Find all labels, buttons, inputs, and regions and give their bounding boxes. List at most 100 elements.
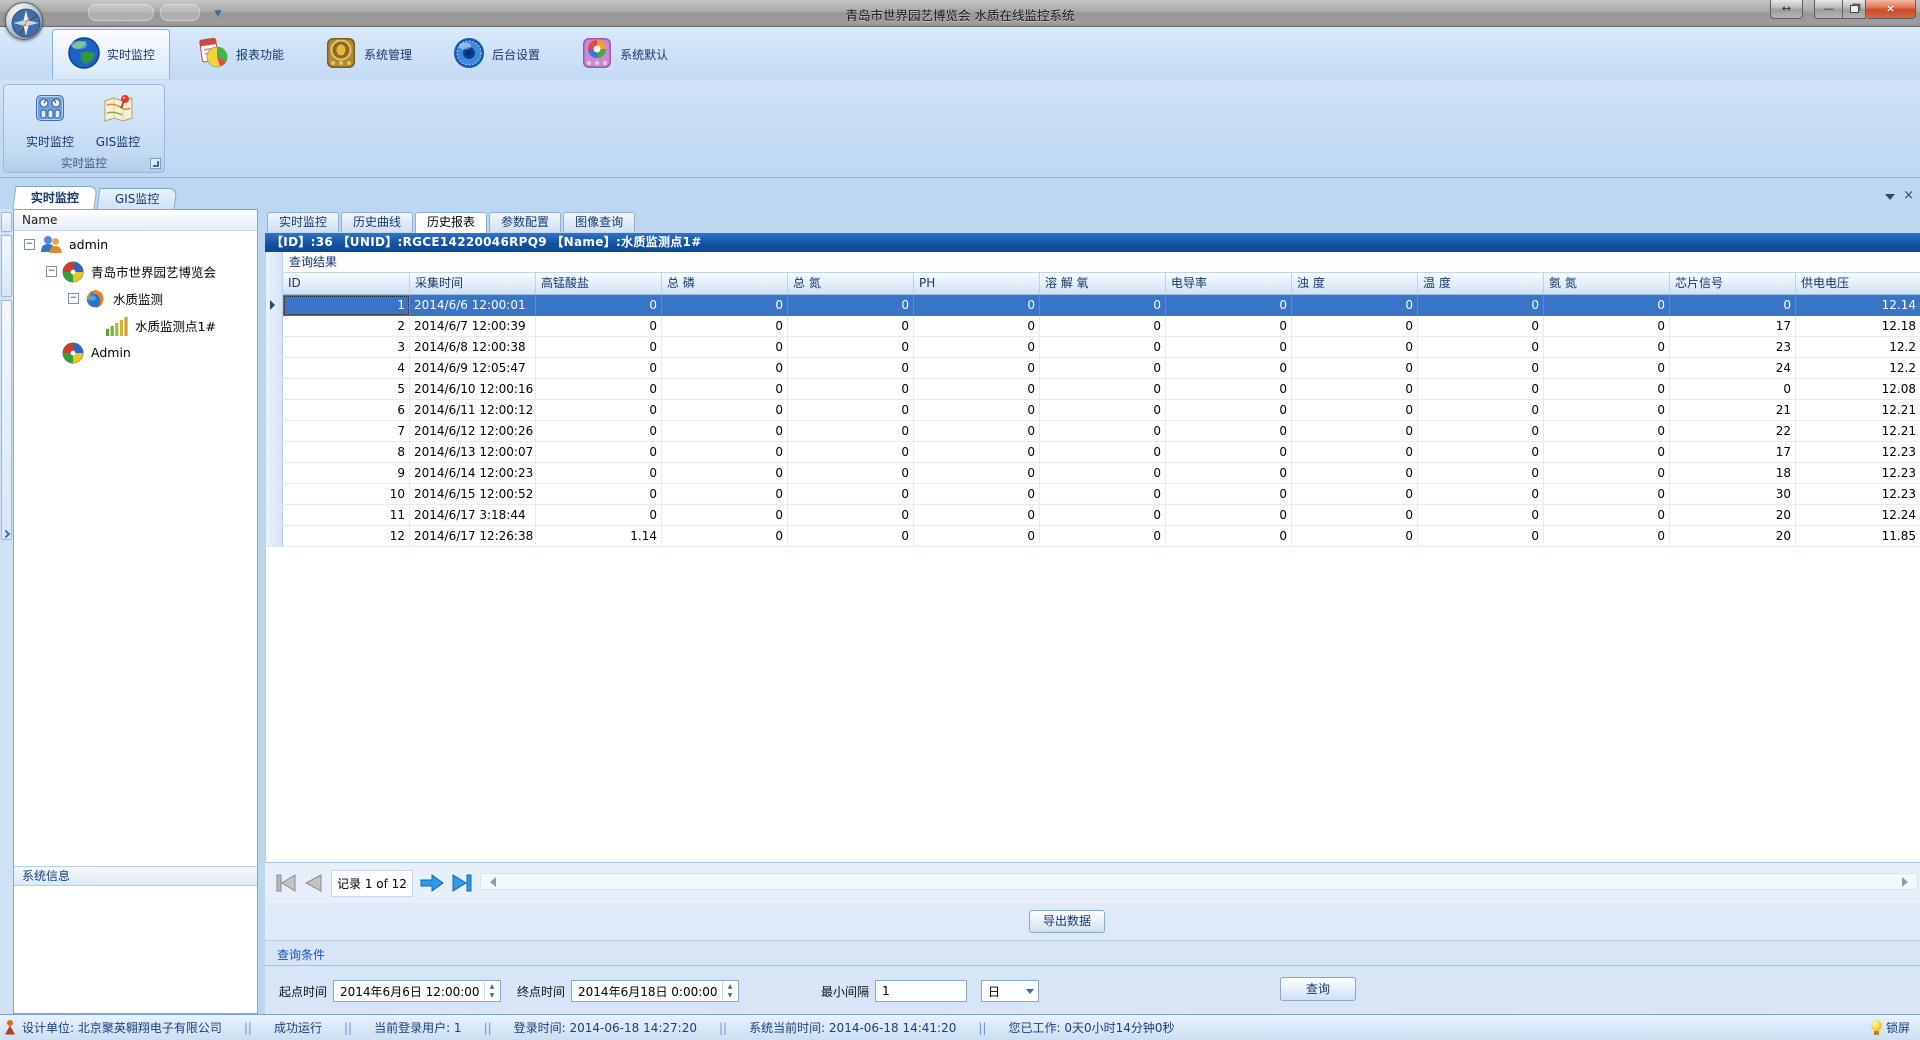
table-cell: 0 — [788, 484, 914, 505]
spin-down-icon[interactable]: ▼ — [723, 991, 737, 1000]
tree-item-2[interactable]: −青岛市世界园艺博览会 — [14, 258, 257, 285]
ribbon-group-label: 实时监控 — [4, 155, 164, 172]
tree-item-3[interactable]: −水质监测 — [14, 285, 257, 312]
compass-icon — [10, 7, 42, 39]
spin-up-icon[interactable]: ▲ — [485, 982, 499, 991]
table-cell: 0 — [662, 295, 788, 316]
table-row[interactable]: 32014/6/8 12:00:380000000002312.2 — [266, 337, 1920, 358]
tree-item-1[interactable]: −admin — [14, 231, 257, 258]
table-cell: 0 — [1292, 526, 1418, 547]
first-record-button[interactable] — [271, 871, 301, 896]
table-row[interactable]: 82014/6/13 12:00:070000000001712.23 — [266, 442, 1920, 463]
horizontal-scrollbar[interactable] — [480, 873, 1918, 890]
ribbon-tab-1[interactable]: 实时监控 — [52, 29, 170, 79]
table-cell: 0 — [788, 463, 914, 484]
table-cell: 0 — [1292, 358, 1418, 379]
tree-expander-icon[interactable]: − — [46, 266, 57, 277]
table-cell: 7 — [283, 421, 410, 442]
ribbon-tab-4[interactable]: 后台设置 — [438, 29, 554, 79]
column-header-7[interactable]: 溶 解 氧 — [1040, 273, 1166, 295]
column-header-10[interactable]: 温 度 — [1418, 273, 1544, 295]
column-header-11[interactable]: 氨 氮 — [1544, 273, 1670, 295]
table-row[interactable]: 72014/6/12 12:00:260000000002212.21 — [266, 421, 1920, 442]
column-header-8[interactable]: 电导率 — [1166, 273, 1292, 295]
lock-screen-button[interactable]: 锁屏 — [1886, 1019, 1920, 1036]
column-header-5[interactable]: 总 氮 — [788, 273, 914, 295]
table-row[interactable]: 52014/6/10 12:00:16000000000012.08 — [266, 379, 1920, 400]
table-row[interactable]: 12014/6/6 12:00:01000000000012.14 — [266, 295, 1920, 316]
table-cell: 18 — [1670, 463, 1796, 484]
spinner[interactable]: ▲▼ — [722, 982, 737, 1000]
last-record-button[interactable] — [447, 871, 477, 896]
table-row[interactable]: 122014/6/17 12:26:381.14000000002011.85 — [266, 526, 1920, 547]
doc-tab-2[interactable]: GIS监控 — [97, 188, 178, 209]
column-header-9[interactable]: 浊 度 — [1292, 273, 1418, 295]
ribbon-button-realtime[interactable]: 实时监控 — [19, 89, 81, 153]
strip-segment — [1, 300, 12, 540]
spin-up-icon[interactable]: ▲ — [723, 982, 737, 991]
ribbon-tab-5[interactable]: 系统默认 — [566, 29, 682, 79]
tab-list-dropdown-icon[interactable] — [1885, 194, 1895, 205]
end-time-input[interactable]: 2014年6月18日 0:00:00 ▲▼ — [571, 980, 739, 1002]
resize-button[interactable]: ↔ — [1770, 0, 1803, 19]
column-header-3[interactable]: 高锰酸盐 — [536, 273, 662, 295]
scroll-right-icon[interactable] — [1902, 877, 1913, 887]
table-cell: 2014/6/15 12:00:52 — [410, 484, 536, 505]
close-button[interactable]: × — [1866, 0, 1916, 19]
minimize-button[interactable]: — — [1814, 0, 1843, 19]
scroll-left-icon[interactable] — [485, 877, 496, 887]
tree-expander-icon[interactable]: − — [68, 293, 79, 304]
table-row[interactable]: 92014/6/14 12:00:230000000001812.23 — [266, 463, 1920, 484]
table-row[interactable]: 42014/6/9 12:05:470000000002412.2 — [266, 358, 1920, 379]
export-data-button[interactable]: 导出数据 — [1029, 910, 1105, 933]
column-header-12[interactable]: 芯片信号 — [1670, 273, 1796, 295]
table-row[interactable]: 22014/6/7 12:00:390000000001712.18 — [266, 316, 1920, 337]
column-header-2[interactable]: 采集时间 — [410, 273, 536, 295]
report-tab-4[interactable]: 参数配置 — [489, 212, 561, 232]
column-header-1[interactable]: ID — [283, 273, 410, 295]
dialog-launcher-icon[interactable] — [150, 158, 161, 169]
left-collapse-strip[interactable] — [0, 209, 13, 1014]
min-interval-input[interactable]: 1 — [875, 980, 967, 1002]
report-tab-5[interactable]: 图像查询 — [563, 212, 635, 232]
divider — [265, 965, 1920, 966]
column-header-13[interactable]: 供电电压 — [1796, 273, 1920, 295]
doc-tab-1[interactable]: 实时监控 — [12, 186, 97, 209]
spin-down-icon[interactable]: ▼ — [485, 991, 499, 1000]
result-grid: 查询结果 ID采集时间高锰酸盐总 磷总 氮PH溶 解 氧电导率浊 度温 度氨 氮… — [265, 252, 1920, 862]
tab-close-icon[interactable]: × — [1903, 189, 1914, 205]
ribbon-button-label: GIS监控 — [96, 133, 140, 150]
table-cell: 12.2 — [1796, 358, 1920, 379]
ribbon-tab-3[interactable]: 系统管理 — [310, 29, 426, 79]
designer-person-icon — [4, 1020, 16, 1036]
report-tab-1[interactable]: 实时监控 — [267, 212, 339, 232]
report-tab-3[interactable]: 历史报表 — [415, 212, 487, 233]
report-tab-2[interactable]: 历史曲线 — [341, 212, 413, 232]
ribbon-button-gis[interactable]: GIS监控 — [87, 89, 149, 153]
tree-item-5[interactable]: Admin — [14, 339, 257, 366]
gauges-panel-icon — [32, 89, 68, 133]
status-bar: 设计单位: 北京聚英翱翔电子有限公司||成功运行||当前登录用户: 1||登录时… — [0, 1014, 1920, 1040]
table-row[interactable]: 62014/6/11 12:00:120000000002112.21 — [266, 400, 1920, 421]
table-cell: 0 — [914, 484, 1040, 505]
row-indicator-cell — [266, 463, 283, 484]
table-cell: 12.21 — [1796, 421, 1920, 442]
column-header-4[interactable]: 总 磷 — [662, 273, 788, 295]
grid-rows: 12014/6/6 12:00:01000000000012.1422014/6… — [266, 295, 1920, 547]
previous-record-button[interactable] — [299, 871, 329, 896]
start-time-input[interactable]: 2014年6月6日 12:00:00 ▲▼ — [333, 980, 501, 1002]
spinner[interactable]: ▲▼ — [484, 982, 499, 1000]
table-cell: 0 — [1292, 442, 1418, 463]
system-info-bar[interactable]: 系统信息 — [14, 866, 257, 886]
tree-item-4[interactable]: 水质监测点1# — [14, 312, 257, 339]
next-record-button[interactable] — [417, 871, 447, 896]
ribbon-tab-2[interactable]: 报表功能 — [182, 29, 298, 79]
query-button[interactable]: 查询 — [1280, 977, 1356, 1001]
tree-expander-icon[interactable]: − — [24, 239, 35, 250]
table-row[interactable]: 112014/6/17 3:18:440000000002012.24 — [266, 505, 1920, 526]
app-menu-orb[interactable] — [5, 2, 43, 40]
interval-unit-select[interactable]: 日 — [981, 980, 1039, 1002]
table-row[interactable]: 102014/6/15 12:00:520000000003012.23 — [266, 484, 1920, 505]
column-header-6[interactable]: PH — [914, 273, 1040, 295]
restore-button[interactable] — [1843, 0, 1866, 19]
